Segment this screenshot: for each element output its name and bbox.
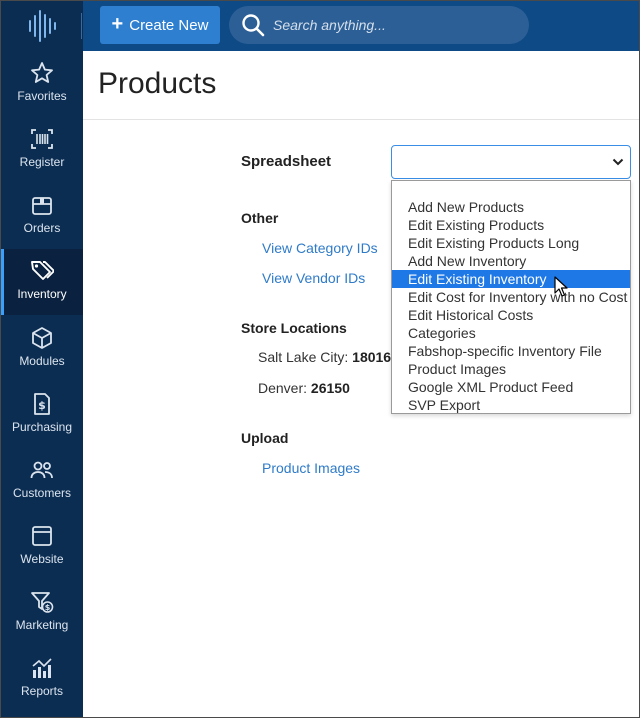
mouse-cursor-icon — [554, 276, 568, 297]
create-new-button[interactable]: + Create New — [100, 6, 220, 44]
spreadsheet-dropdown-list: Add New Products Edit Existing Products … — [391, 180, 631, 414]
dropdown-option[interactable]: Google XML Product Feed — [392, 378, 630, 396]
upload-label: Upload — [241, 430, 289, 446]
waveform-logo-icon — [29, 10, 56, 42]
dropdown-option[interactable]: Edit Existing Products — [392, 216, 630, 234]
sidebar-item-label: Orders — [23, 221, 61, 235]
logo-divider — [81, 13, 82, 39]
sidebar-item-label: Favorites — [17, 89, 67, 103]
top-bar: + Create New — [1, 1, 639, 51]
svg-text:$: $ — [45, 603, 51, 612]
sidebar-item-inventory[interactable]: Inventory — [1, 249, 83, 315]
dropdown-option[interactable]: Edit Existing Products Long — [392, 234, 630, 252]
sidebar-item-label: Purchasing — [11, 420, 73, 434]
store-location-salt-lake: Salt Lake City: 18016 — [258, 349, 391, 365]
sidebar-item-label: Inventory — [17, 287, 67, 301]
store-name: Denver: — [258, 380, 308, 396]
store-location-denver: Denver: 26150 — [258, 380, 350, 396]
store-id: 26150 — [310, 380, 350, 396]
box-icon — [32, 197, 52, 215]
title-divider — [83, 119, 639, 120]
app-window: + Create New Favorites — [0, 0, 640, 718]
create-new-label: Create New — [129, 16, 209, 34]
dropdown-option[interactable]: Categories — [392, 324, 630, 342]
dropdown-option[interactable]: SVP Export — [392, 396, 630, 413]
chevron-down-icon — [612, 158, 624, 166]
search-bar[interactable] — [229, 6, 529, 44]
sidebar-item-purchasing[interactable]: $ Purchasing — [1, 382, 83, 448]
sidebar-item-reports[interactable]: Reports — [1, 646, 83, 712]
invoice-icon: $ — [34, 393, 50, 415]
users-icon — [30, 461, 53, 479]
sidebar-item-orders[interactable]: Orders — [1, 183, 83, 249]
browser-window-icon — [32, 526, 52, 546]
spreadsheet-label: Spreadsheet — [241, 153, 332, 170]
cube-icon — [32, 327, 52, 349]
sidebar-item-modules[interactable]: Modules — [1, 316, 83, 382]
sidebar-item-register[interactable]: Register — [1, 117, 83, 183]
store-locations-label: Store Locations — [241, 320, 347, 336]
spreadsheet-select[interactable] — [391, 145, 631, 179]
search-icon — [242, 14, 265, 37]
page-title: Products — [98, 67, 217, 100]
search-input[interactable] — [273, 17, 513, 33]
dropdown-option-highlighted[interactable]: Edit Existing Inventory — [392, 270, 630, 288]
dropdown-option[interactable]: Product Images — [392, 360, 630, 378]
sidebar-item-label: Website — [20, 552, 64, 566]
dropdown-option[interactable]: Add New Inventory — [392, 252, 630, 270]
sidebar-item-label: Marketing — [15, 618, 69, 632]
sidebar: Favorites Register Orders Inventory Modu… — [1, 51, 83, 717]
sidebar-item-favorites[interactable]: Favorites — [1, 51, 83, 117]
tags-icon — [31, 261, 54, 280]
svg-text:$: $ — [38, 399, 46, 412]
view-category-ids-link[interactable]: View Category IDs — [262, 240, 378, 256]
dropdown-option[interactable]: Edit Historical Costs — [392, 306, 630, 324]
funnel-dollar-icon: $ — [31, 592, 54, 613]
dropdown-option[interactable]: Edit Cost for Inventory with no Cost — [392, 288, 630, 306]
sidebar-item-label: Modules — [19, 354, 65, 368]
dropdown-option[interactable]: Add New Products — [392, 198, 630, 216]
sidebar-item-label: Reports — [20, 684, 64, 698]
logo[interactable] — [1, 1, 83, 51]
star-icon — [31, 62, 53, 83]
product-images-link[interactable]: Product Images — [262, 460, 360, 476]
sidebar-item-label: Customers — [12, 486, 71, 500]
dropdown-option[interactable]: Fabshop-specific Inventory File — [392, 342, 630, 360]
chart-icon — [32, 658, 52, 678]
store-id: 18016 — [352, 349, 392, 365]
plus-icon: + — [111, 13, 124, 35]
sidebar-item-label: Register — [19, 155, 65, 169]
view-vendor-ids-link[interactable]: View Vendor IDs — [262, 270, 365, 286]
sidebar-item-customers[interactable]: Customers — [1, 448, 83, 514]
store-name: Salt Lake City: — [258, 349, 349, 365]
barcode-scanner-icon — [31, 129, 53, 149]
sidebar-item-marketing[interactable]: $ Marketing — [1, 580, 83, 646]
other-label: Other — [241, 210, 279, 226]
sidebar-item-website[interactable]: Website — [1, 514, 83, 580]
